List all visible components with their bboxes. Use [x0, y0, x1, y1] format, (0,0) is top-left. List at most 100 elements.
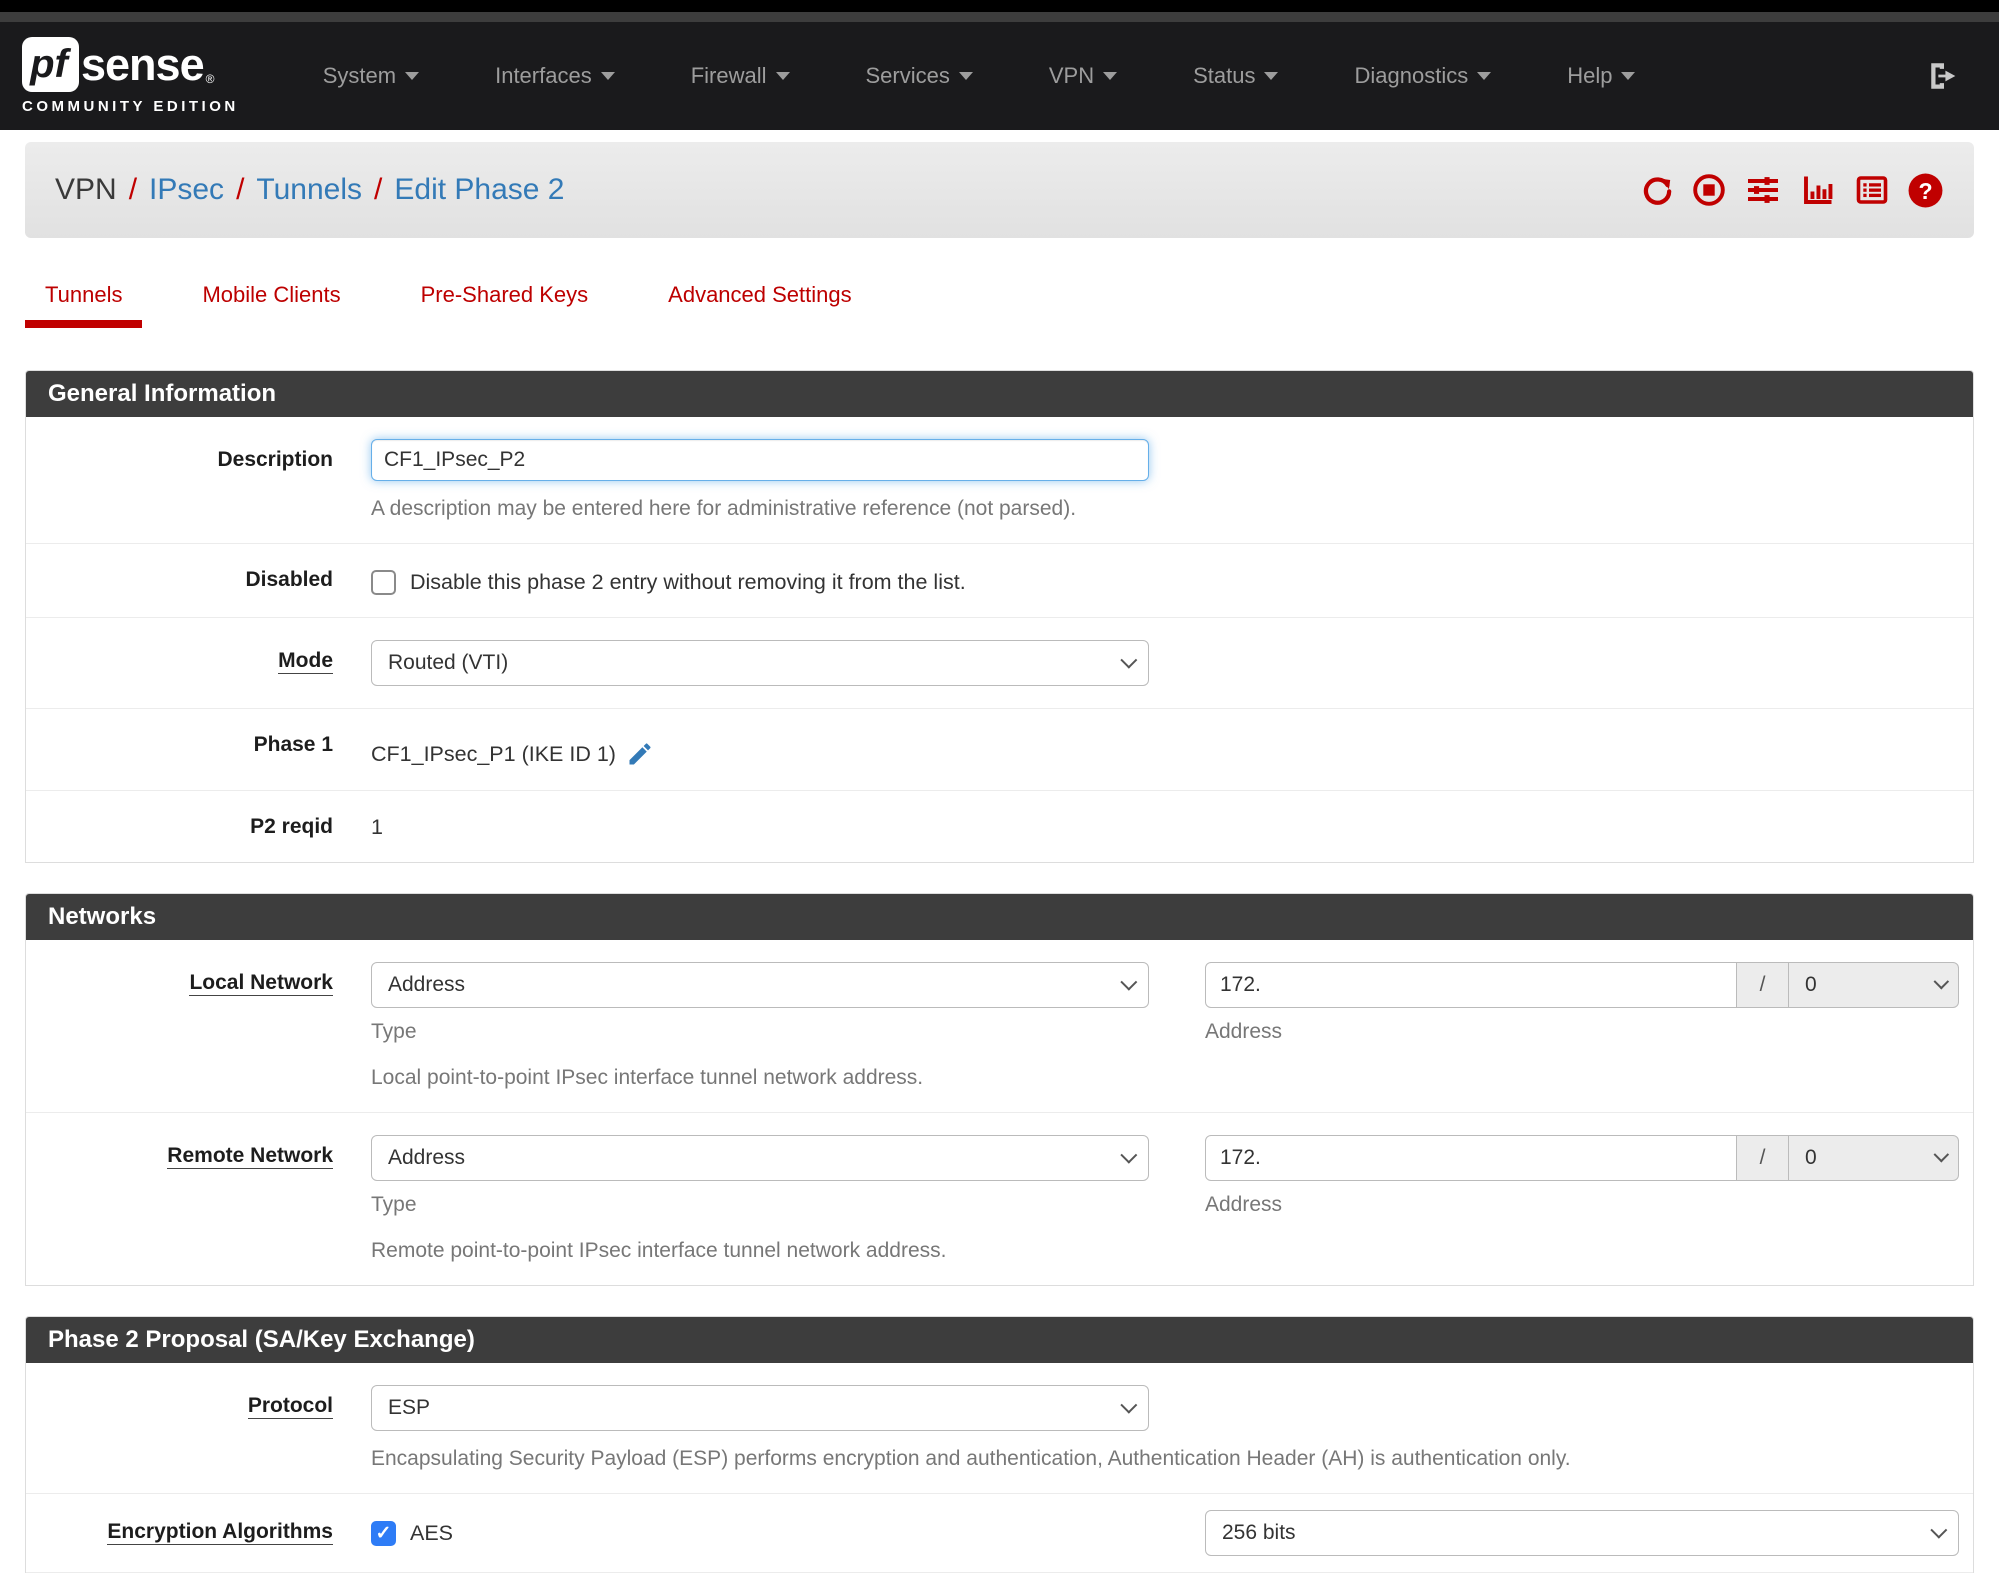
encryption-algorithms-label: Encryption Algorithms	[107, 1520, 333, 1545]
local-address-input[interactable]: 172.	[1205, 962, 1737, 1008]
breadcrumb-link-tunnels[interactable]: Tunnels	[256, 173, 362, 207]
window-title-strip	[0, 12, 1999, 22]
breadcrumb-separator: /	[374, 173, 383, 206]
tab-pre-shared-keys[interactable]: Pre-Shared Keys	[401, 274, 609, 328]
nav-item-status[interactable]: Status	[1155, 63, 1316, 89]
chevron-down-icon	[1103, 72, 1118, 80]
breadcrumb: VPN / IPsec / Tunnels / Edit Phase 2	[55, 173, 565, 207]
nav-item-diagnostics[interactable]: Diagnostics	[1316, 63, 1529, 89]
local-address-hint: Address	[1205, 1020, 1283, 1043]
nav-label: Firewall	[690, 63, 767, 88]
remote-prefix-value: 0	[1805, 1146, 1817, 1169]
local-prefix-value: 0	[1805, 973, 1817, 996]
protocol-select-value: ESP	[388, 1396, 431, 1419]
tab-advanced-settings[interactable]: Advanced Settings	[648, 274, 871, 328]
remote-address-input[interactable]: 172.	[1205, 1135, 1737, 1181]
sign-out-icon[interactable]	[1927, 59, 1961, 93]
breadcrumb-current: Edit Phase 2	[394, 173, 565, 206]
help-icon[interactable]: ?	[1907, 172, 1944, 209]
local-network-label: Local Network	[189, 971, 333, 996]
refresh-icon[interactable]	[1640, 173, 1674, 207]
encryption-aes-row: Encryption Algorithms ✓ AES 256 bits	[26, 1494, 1973, 1573]
nav-label: Services	[865, 63, 950, 88]
mode-row: Mode Routed (VTI)	[26, 618, 1973, 709]
phase1-row: Phase 1 CF1_IPsec_P1 (IKE ID 1)	[26, 709, 1973, 791]
remote-address-hint: Address	[1205, 1193, 1283, 1216]
breadcrumb-separator: /	[128, 173, 138, 206]
disabled-checkbox[interactable]	[371, 570, 396, 595]
local-network-type-value: Address	[388, 973, 466, 996]
remote-type-hint: Type	[371, 1193, 417, 1216]
local-network-type-select[interactable]: Address	[371, 962, 1149, 1008]
sliders-icon[interactable]	[1744, 172, 1782, 208]
remote-address-slash: /	[1737, 1135, 1789, 1181]
remote-network-label: Remote Network	[167, 1144, 333, 1169]
remote-prefix-select[interactable]: 0	[1789, 1135, 1959, 1181]
chevron-down-icon	[1933, 1146, 1950, 1163]
nav-item-help[interactable]: Help	[1529, 63, 1673, 89]
stop-service-icon[interactable]	[1691, 172, 1727, 208]
local-prefix-select[interactable]: 0	[1789, 962, 1959, 1008]
aes-checkbox-label: AES	[410, 1520, 454, 1545]
nav-label: Interfaces	[495, 63, 592, 88]
brand-subtitle: COMMUNITY EDITION	[22, 98, 239, 115]
local-network-help: Local point-to-point IPsec interface tun…	[371, 1066, 924, 1089]
chevron-down-icon	[1477, 72, 1492, 80]
top-navbar: pf sense ® COMMUNITY EDITION System Inte…	[0, 22, 1999, 130]
local-type-hint: Type	[371, 1020, 417, 1043]
tab-tunnels[interactable]: Tunnels	[25, 274, 143, 328]
p2reqid-label: P2 reqid	[250, 815, 333, 838]
registered-mark: ®	[205, 72, 215, 86]
phase1-value: CF1_IPsec_P1 (IKE ID 1)	[371, 741, 616, 766]
log-list-icon[interactable]	[1854, 172, 1890, 208]
description-input[interactable]	[371, 439, 1149, 481]
nav-item-vpn[interactable]: VPN	[1011, 63, 1155, 89]
mode-label: Mode	[278, 649, 333, 674]
nav-label: Help	[1567, 63, 1613, 88]
edit-pencil-icon[interactable]	[626, 740, 654, 768]
description-label: Description	[217, 448, 333, 471]
nav-label: Status	[1193, 63, 1256, 88]
main-menu: System Interfaces Firewall Services VPN …	[285, 63, 1674, 89]
remote-network-type-select[interactable]: Address	[371, 1135, 1149, 1181]
aes-keylen-select[interactable]: 256 bits	[1205, 1510, 1959, 1556]
nav-item-firewall[interactable]: Firewall	[653, 63, 828, 89]
protocol-help: Encapsulating Security Payload (ESP) per…	[371, 1447, 1571, 1470]
chevron-down-icon	[600, 72, 615, 80]
phase2-proposal-panel: Phase 2 Proposal (SA/Key Exchange) Proto…	[25, 1316, 1974, 1573]
status-graph-icon[interactable]	[1799, 172, 1837, 208]
networks-panel: Networks Local Network Address Type 172.	[25, 893, 1974, 1286]
chevron-down-icon	[405, 72, 420, 80]
breadcrumb-link-ipsec[interactable]: IPsec	[149, 173, 224, 207]
tab-mobile-clients[interactable]: Mobile Clients	[182, 274, 360, 328]
nav-label: System	[322, 63, 397, 88]
pfsense-page: pf sense ® COMMUNITY EDITION System Inte…	[0, 0, 1999, 1573]
chevron-down-icon	[958, 72, 973, 80]
local-address-slash: /	[1737, 962, 1789, 1008]
pfsense-logo[interactable]: pf sense ® COMMUNITY EDITION	[22, 37, 239, 115]
protocol-row: Protocol ESP Encapsulating Security Payl…	[26, 1363, 1973, 1494]
general-information-panel: General Information Description A descri…	[25, 370, 1974, 863]
disabled-row: Disabled Disable this phase 2 entry with…	[26, 544, 1973, 618]
nav-item-system[interactable]: System	[285, 63, 457, 89]
p2reqid-row: P2 reqid 1	[26, 791, 1973, 862]
mode-select-value: Routed (VTI)	[388, 651, 509, 674]
mode-select[interactable]: Routed (VTI)	[371, 640, 1149, 686]
breadcrumb-separator: /	[236, 173, 245, 206]
section-title-proposal: Phase 2 Proposal (SA/Key Exchange)	[26, 1317, 1973, 1363]
chevron-down-icon	[1933, 973, 1950, 990]
nav-label: VPN	[1048, 63, 1095, 88]
p2reqid-value: 1	[371, 815, 383, 839]
protocol-label: Protocol	[247, 1394, 333, 1419]
chevron-down-icon	[1120, 973, 1138, 991]
protocol-select[interactable]: ESP	[371, 1385, 1149, 1431]
nav-item-services[interactable]: Services	[828, 63, 1011, 89]
nav-item-interfaces[interactable]: Interfaces	[457, 63, 653, 89]
chevron-down-icon	[1120, 1146, 1138, 1164]
aes-checkbox[interactable]: ✓	[371, 1520, 396, 1546]
description-help: A description may be entered here for ad…	[371, 497, 1077, 520]
chevron-down-icon	[775, 72, 790, 80]
chevron-down-icon	[1930, 1521, 1948, 1539]
page-action-icons: ?	[1640, 172, 1944, 209]
brand-sense-text: sense	[81, 38, 205, 90]
